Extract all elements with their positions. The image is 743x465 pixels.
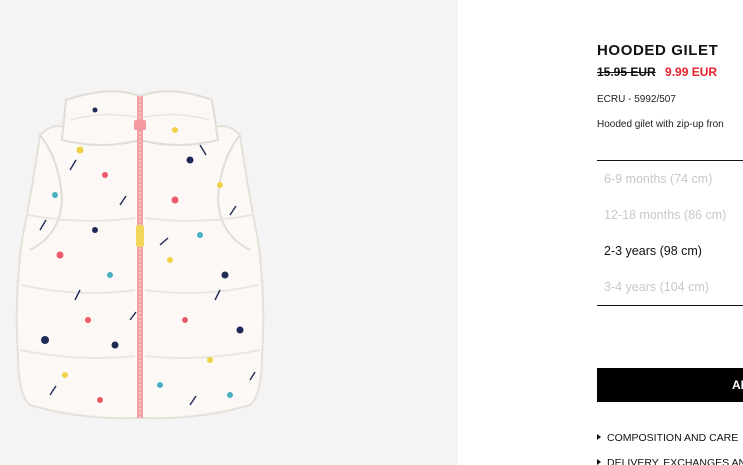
add-to-basket-button[interactable]: ADD TO BASKET: [597, 368, 743, 402]
caret-right-icon: [597, 459, 601, 465]
price-block: 15.95 EUR 9.99 EUR: [597, 65, 717, 79]
size-option-3-4-years[interactable]: 3-4 years (104 cm): [597, 269, 743, 305]
size-option-2-3-years[interactable]: 2-3 years (98 cm): [597, 233, 743, 269]
composition-care-toggle[interactable]: COMPOSITION AND CARE: [597, 432, 738, 444]
size-option-12-18-months[interactable]: 12-18 months (86 cm): [597, 197, 743, 233]
padded-gilet-image: [15, 90, 265, 420]
product-info-panel: HOODED GILET 15.95 EUR 9.99 EUR ECRU - 5…: [597, 0, 743, 465]
sale-price: 9.99 EUR: [665, 65, 718, 79]
caret-right-icon: [597, 434, 601, 440]
gilet-illustration: [15, 90, 265, 420]
color-reference: ECRU - 5992/507: [597, 94, 676, 105]
size-selector: 6-9 months (74 cm) 12-18 months (86 cm) …: [597, 160, 743, 306]
product-title: HOODED GILET: [597, 42, 719, 59]
size-option-6-9-months[interactable]: 6-9 months (74 cm): [597, 161, 743, 197]
original-price: 15.95 EUR: [597, 65, 656, 79]
product-image-panel[interactable]: [0, 0, 458, 465]
product-description: Hooded gilet with zip-up fron: [597, 119, 724, 130]
composition-care-label: COMPOSITION AND CARE: [607, 432, 739, 444]
delivery-returns-toggle[interactable]: DELIVERY, EXCHANGES AND RETURNS: [597, 457, 743, 465]
delivery-returns-label: DELIVERY, EXCHANGES AND RETURNS: [607, 457, 743, 465]
